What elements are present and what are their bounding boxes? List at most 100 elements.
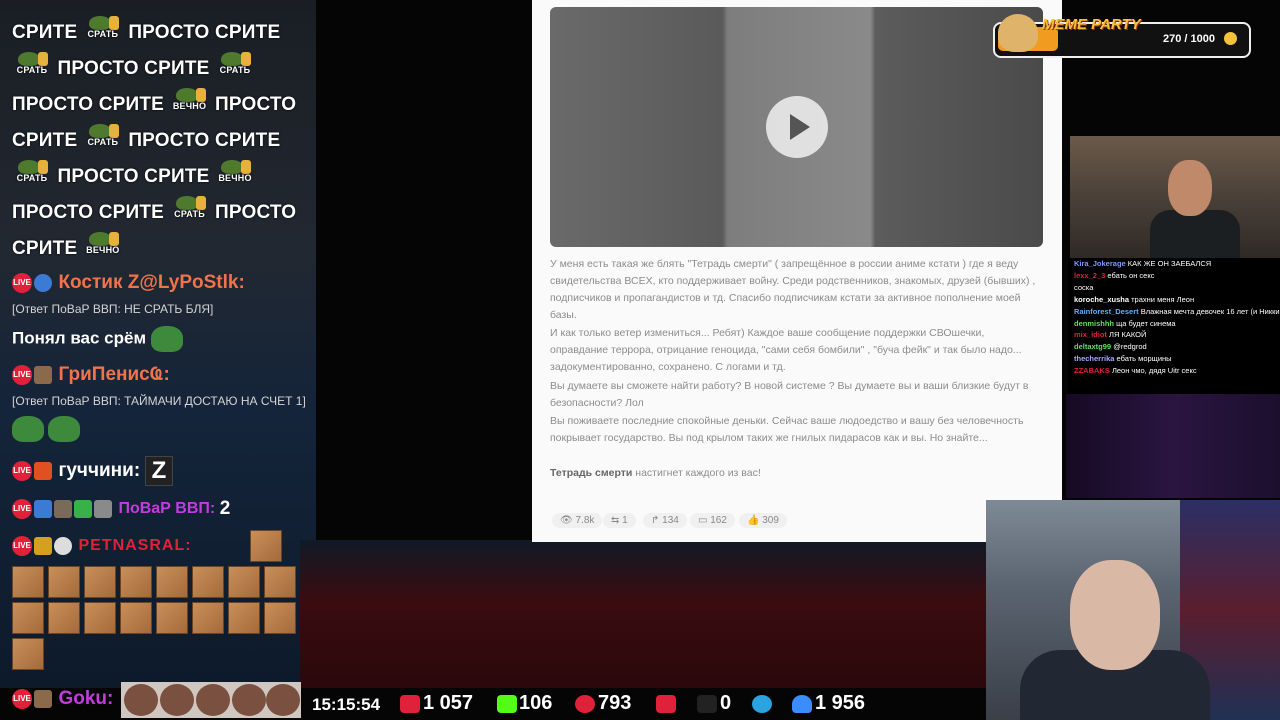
srat-vechno-emote: СРАТЬ — [172, 196, 208, 230]
panda-badge-icon — [54, 537, 72, 555]
hand-emote — [12, 566, 44, 598]
chat-username[interactable]: Goku: — [58, 688, 113, 709]
side-chat-message: thecherrika ебать морщины — [1074, 354, 1172, 364]
post-paragraph: Вы думаете вы сможете найти работу? В но… — [550, 380, 1029, 409]
hand-emote — [120, 602, 152, 634]
views-counter: 👁 7.8k — [552, 513, 603, 528]
coin-icon — [1224, 32, 1237, 45]
hand-emote — [264, 602, 296, 634]
purple-overlay-panel — [1066, 394, 1280, 498]
live-badge: LIVE — [12, 536, 32, 556]
side-chat-message: соска — [1074, 282, 1094, 292]
hand-emote — [48, 566, 80, 598]
rutube-viewers: 0 — [720, 692, 732, 714]
chat-message-header: LIVE PETNASRAL: — [12, 536, 192, 556]
stream-chat: СРИТЕ СРАТЬ ПРОСТО СРИТЕ СРАТЬ ПРОСТО СР… — [0, 0, 316, 690]
live-badge: LIVE — [12, 365, 32, 385]
youtube-icon — [400, 695, 420, 713]
srat-vechno-emote: ВЕЧНО — [172, 88, 208, 122]
chat-message-text: Понял вас срём — [12, 326, 183, 352]
youtube-viewers: 1 057 — [423, 692, 474, 714]
avatar-badge-icon — [34, 366, 52, 384]
srat-vechno-emote: СРАТЬ — [14, 52, 50, 86]
spam-line: ПРОСТО СРИТЕ СРАТЬ ПРОСТО — [12, 196, 296, 230]
hand-emote — [228, 566, 260, 598]
chat-username[interactable]: ГриПенисҨ: — [58, 364, 169, 385]
hand-emote — [48, 602, 80, 634]
hand-emote — [250, 530, 282, 562]
meme-party-title: MEME PARTY — [1042, 16, 1141, 33]
like-button[interactable]: 👍 309 — [739, 513, 787, 528]
box-badge-icon — [54, 500, 72, 518]
srat-vechno-emote: СРАТЬ — [217, 52, 253, 86]
face-emote — [124, 684, 158, 716]
background-band — [300, 540, 1000, 690]
spam-line: СРИТЕ ВЕЧНО — [12, 232, 123, 266]
side-chat-message: koroche_xusha трахни меня Леон — [1074, 294, 1195, 304]
live-badge: LIVE — [12, 461, 32, 481]
fire-badge-icon — [34, 462, 52, 480]
cup-badge-icon — [34, 537, 52, 555]
avatar-badge-icon — [34, 690, 52, 708]
side-chat-message: lexx_2_3 ебать он секс — [1074, 270, 1155, 280]
chat-username[interactable]: ПоВаР ВВП: — [118, 500, 215, 517]
post-paragraph: И как только ветер измениться... Ребят) … — [550, 327, 1022, 373]
face-emote — [266, 684, 300, 716]
chat-message-header: LIVE Костик Z@LyPoStlk: — [12, 272, 245, 294]
hand-emote — [84, 602, 116, 634]
chat-message-header: LIVE Goku: — [12, 688, 113, 710]
spam-line: СРИТЕ СРАТЬ ПРОСТО СРИТЕ — [12, 16, 280, 50]
side-chat-message: Kira_Jokerage КАК ЖЕ ОН ЗАЕБАЛСЯ — [1074, 259, 1212, 268]
r-icon — [697, 695, 717, 713]
srat-vechno-emote: СРАТЬ — [14, 160, 50, 194]
face-emote — [160, 684, 194, 716]
guest-webcam-person — [1150, 210, 1240, 258]
play-icon[interactable] — [766, 96, 828, 158]
vk-live-icon — [575, 695, 595, 713]
rutube-icon — [656, 695, 676, 713]
skull-badge-icon — [94, 500, 112, 518]
hand-emote — [84, 566, 116, 598]
shield-badge-icon — [34, 500, 52, 518]
hand-emote — [192, 602, 224, 634]
chat-username[interactable]: гуччини: — [58, 460, 140, 481]
side-chat: Kira_Jokerage КАК ЖЕ ОН ЗАЕБАЛСЯ lexx_2_… — [1068, 258, 1280, 394]
vk-live-viewers: 793 — [598, 692, 632, 714]
spam-line: ПРОСТО СРИТЕ ВЕЧНО ПРОСТО — [12, 88, 296, 122]
post-final-line: Тетрадь смерти настигнет каждого из вас! — [550, 467, 761, 479]
post-paragraph: Вы поживаете последние спокойные деньки.… — [550, 415, 1024, 444]
chat-username[interactable]: Костик Z@LyPoStlk: — [58, 272, 244, 293]
share-button[interactable]: ⇆ 1 — [603, 513, 636, 528]
side-chat-message: mix_idiot ЛЯ КАКОЙ — [1074, 330, 1147, 340]
telegram-icon — [752, 695, 772, 713]
gift-badge-icon — [74, 500, 92, 518]
live-badge: LIVE — [12, 499, 32, 519]
hand-emote — [120, 566, 152, 598]
hand-emote — [12, 602, 44, 634]
hand-emote — [228, 602, 260, 634]
chat-message-text: 2 — [219, 498, 231, 519]
spam-line: СРИТЕ СРАТЬ ПРОСТО СРИТЕ — [12, 124, 280, 158]
total-viewers: 1 956 — [815, 692, 866, 714]
srat-vechno-emote: ВЕЧНО — [217, 160, 253, 194]
hand-emote — [264, 566, 296, 598]
streamer-face — [1070, 560, 1160, 670]
side-chat-message: deltaxtg99 @redgrod — [1074, 342, 1147, 352]
comments-button[interactable]: ▭ 162 — [690, 513, 735, 528]
srat-vechno-emote: СРАТЬ — [85, 124, 121, 158]
hand-emote — [156, 602, 188, 634]
guest-webcam-face — [1168, 160, 1212, 216]
pepe-pair-emote — [12, 416, 80, 442]
chat-reply-quote: [Ответ ПоВаР ВВП: ТАЙМАЧИ ДОСТАЮ НА СЧЕТ… — [12, 394, 306, 408]
repost-button[interactable]: ↱ 134 — [643, 513, 687, 528]
chat-message-header: LIVE ГриПенисҨ: — [12, 364, 170, 386]
live-badge: LIVE — [12, 689, 32, 709]
side-chat-message: denmishhh ща будет синема — [1074, 318, 1176, 328]
pepe-guitar-emote — [150, 326, 183, 352]
face-emote — [196, 684, 230, 716]
globe-badge-icon — [34, 274, 52, 292]
kick-viewers: 106 — [519, 692, 553, 714]
doge-icon — [998, 14, 1038, 52]
spam-line: СРАТЬ ПРОСТО СРИТЕ ВЕЧНО — [12, 160, 255, 194]
chat-username[interactable]: PETNASRAL: — [78, 537, 191, 554]
